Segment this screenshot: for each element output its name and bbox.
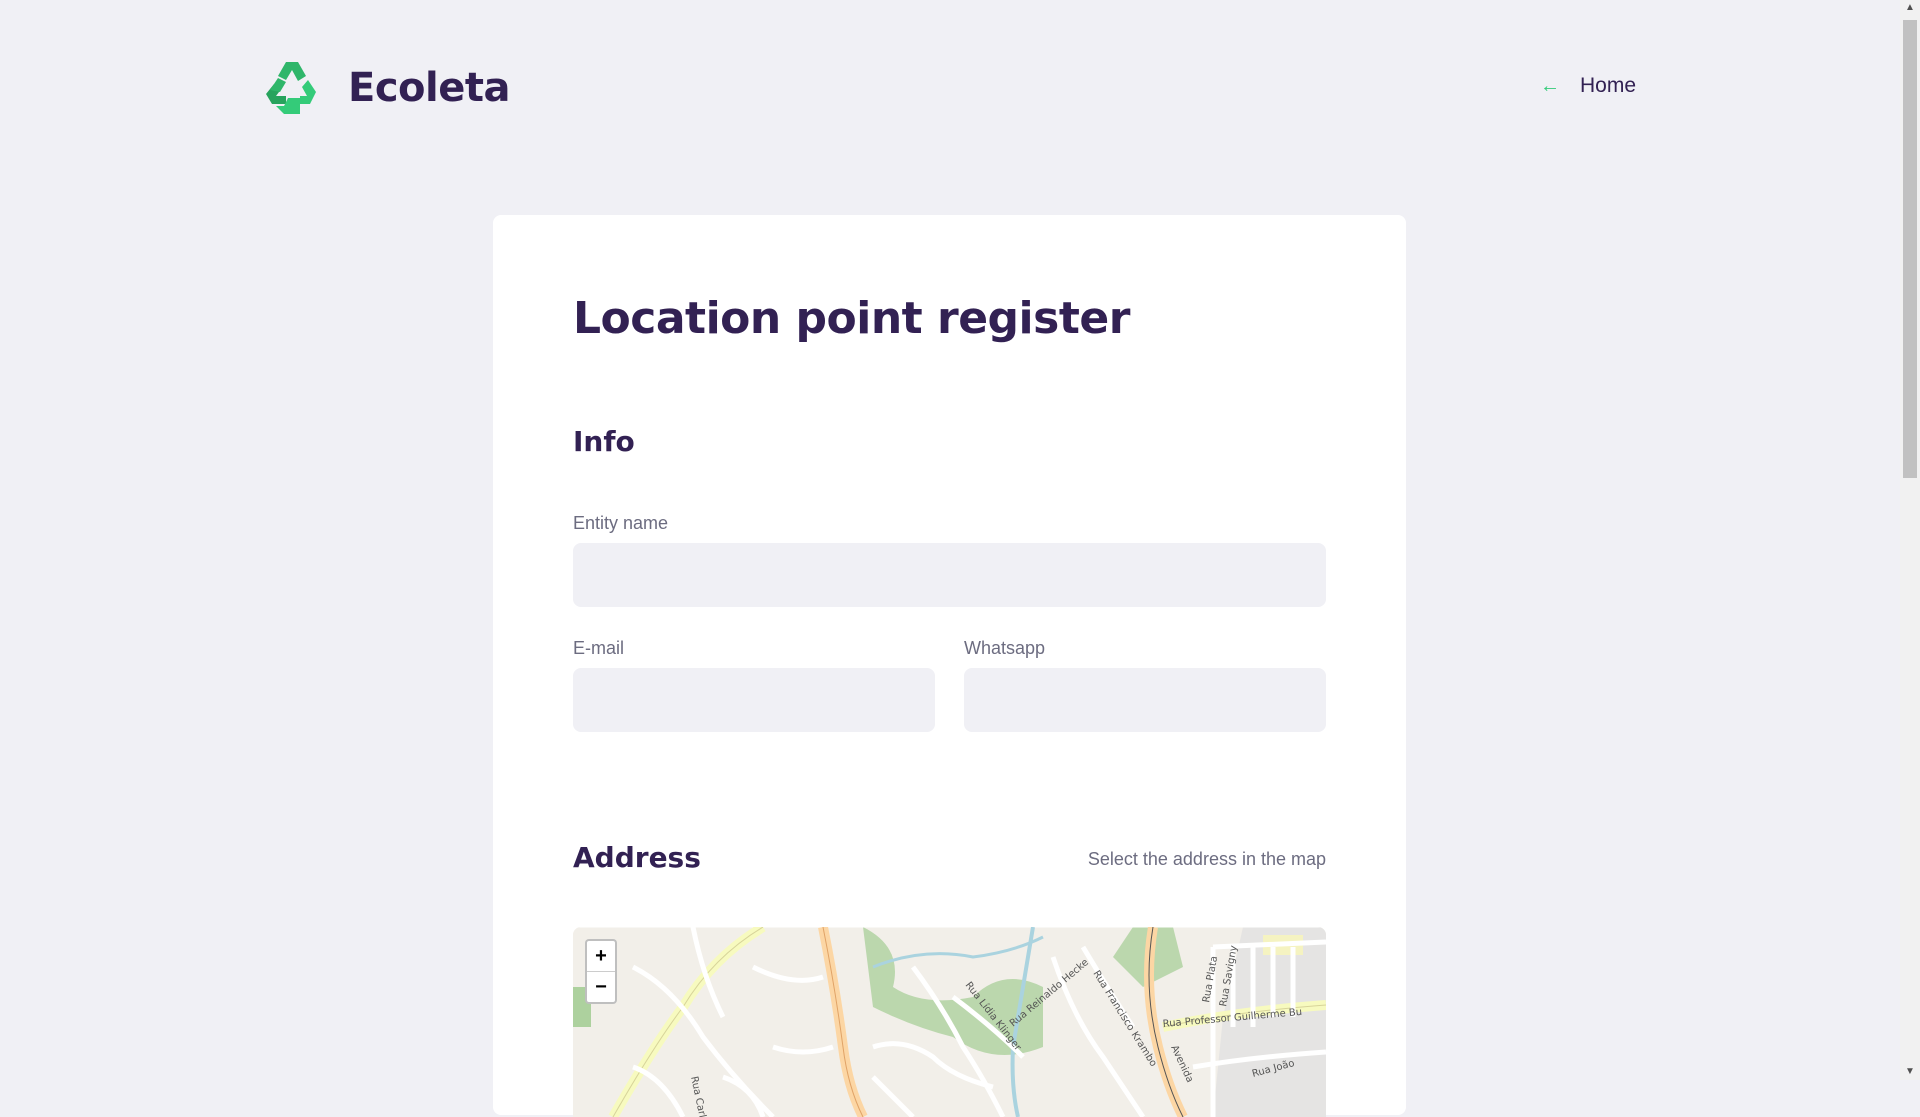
map-tiles: Rua Carla Kuche Rua Lídia Klinger Rua Re…: [573, 927, 1326, 1117]
page-scrollbar[interactable]: ▲ ▼: [1900, 0, 1920, 1080]
app-name: Ecoleta: [348, 65, 510, 111]
home-link[interactable]: ← Home: [1540, 74, 1636, 98]
arrow-left-icon: ←: [1540, 74, 1560, 97]
entity-name-label: Entity name: [573, 513, 669, 533]
home-link-label: Home: [1580, 74, 1637, 97]
register-form-card: Location point register Info Entity name…: [493, 215, 1406, 1117]
page-header: Ecoleta ← Home: [0, 0, 1900, 180]
email-input[interactable]: [573, 668, 935, 732]
map-zoom-control: + −: [585, 939, 617, 1004]
scrollbar-thumb[interactable]: [1903, 20, 1917, 478]
entity-name-input[interactable]: [573, 543, 1326, 607]
info-section-title: Info: [573, 425, 635, 458]
zoom-in-button[interactable]: +: [587, 941, 615, 972]
page-title: Location point register: [573, 293, 1130, 344]
app-logo[interactable]: Ecoleta: [260, 58, 510, 118]
address-section-title: Address: [573, 841, 701, 874]
zoom-out-button[interactable]: −: [587, 972, 615, 1002]
scroll-down-icon[interactable]: ▼: [1900, 1064, 1920, 1080]
recycle-icon: [266, 62, 316, 114]
whatsapp-label: Whatsapp: [964, 638, 1046, 658]
address-hint: Select the address in the map: [1087, 849, 1326, 869]
address-map[interactable]: Rua Carla Kuche Rua Lídia Klinger Rua Re…: [573, 927, 1326, 1117]
whatsapp-input[interactable]: [964, 668, 1326, 732]
scroll-up-icon[interactable]: ▲: [1900, 0, 1920, 16]
email-label: E-mail: [573, 638, 625, 658]
